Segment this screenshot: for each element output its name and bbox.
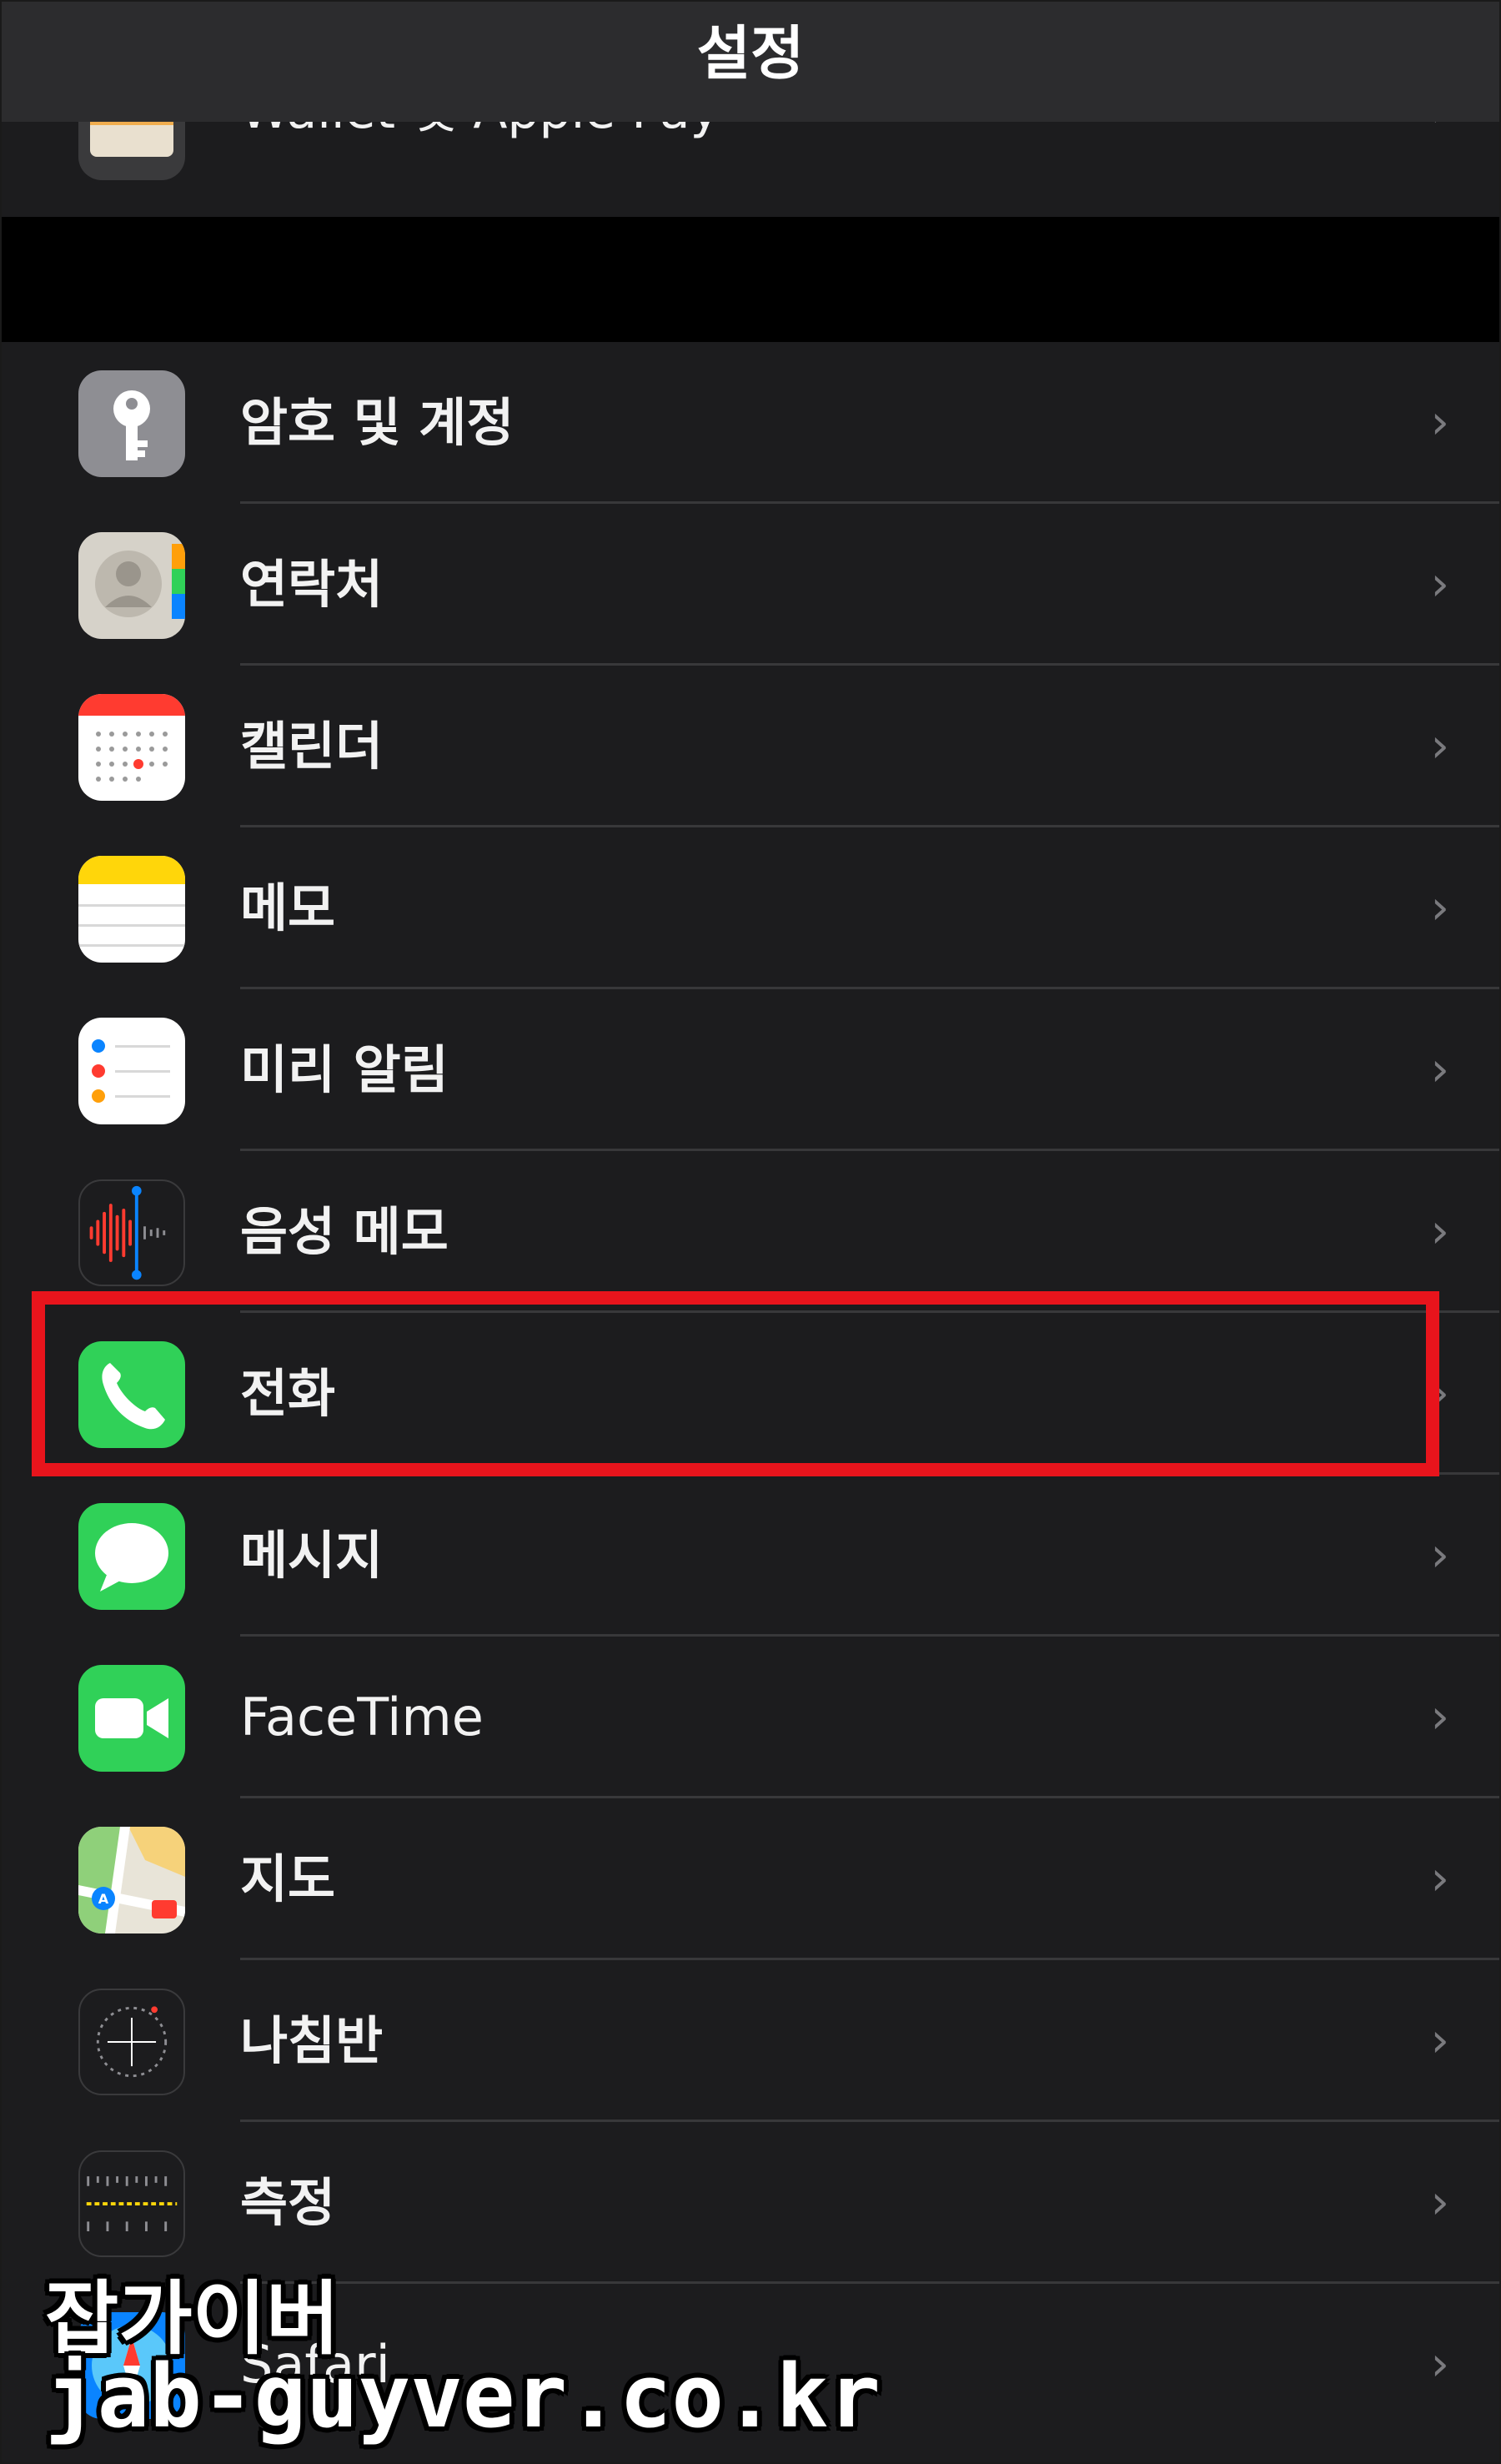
settings-row-label: 암호 및 계정	[240, 392, 515, 453]
chevron-right-icon: ›	[1430, 1852, 1449, 1906]
chevron-right-icon: ›	[1430, 1043, 1449, 1097]
settings-row-label: 연락처	[240, 554, 384, 615]
settings-row-messages[interactable]: 메시지 ›	[2, 1475, 1499, 1637]
settings-row-label: 미리 알림	[240, 1039, 449, 1100]
settings-row-label: 메모	[240, 877, 336, 938]
settings-row-passwords[interactable]: 암호 및 계정 ›	[2, 342, 1499, 504]
settings-row-reminders[interactable]: 미리 알림 ›	[2, 989, 1499, 1151]
chevron-right-icon: ›	[1430, 1528, 1449, 1582]
measure-icon	[78, 2150, 185, 2257]
settings-row-notes[interactable]: 메모 ›	[2, 827, 1499, 989]
chevron-right-icon: ›	[1430, 2337, 1449, 2391]
svg-text:A: A	[98, 1891, 109, 1907]
settings-row-label: 음성 메모	[240, 1201, 449, 1262]
settings-row-label: FaceTime	[240, 1687, 484, 1747]
contacts-icon	[78, 532, 185, 639]
settings-row-label: 메시지	[240, 1525, 384, 1586]
settings-row-maps[interactable]: A 지도 ›	[2, 1798, 1499, 1960]
settings-row-voice-memos[interactable]: 음성 메모 ›	[2, 1151, 1499, 1313]
chevron-right-icon: ›	[1430, 1690, 1449, 1744]
chevron-right-icon: ›	[1430, 395, 1449, 450]
section-gap	[2, 217, 1499, 342]
settings-row-contacts[interactable]: 연락처 ›	[2, 504, 1499, 666]
facetime-icon	[78, 1665, 185, 1772]
page-title: 설정	[696, 19, 805, 88]
messages-icon	[78, 1503, 185, 1610]
settings-row-label: 캘린더	[240, 716, 384, 777]
voice-memos-icon	[78, 1179, 185, 1286]
chevron-right-icon: ›	[1430, 719, 1449, 773]
navigation-bar: 설정	[2, 2, 1499, 122]
settings-row-calendar[interactable]: 캘린더 ›	[2, 666, 1499, 827]
chevron-right-icon: ›	[1430, 2175, 1449, 2230]
chevron-right-icon: ›	[1430, 557, 1449, 611]
settings-row-label: 지도	[240, 1848, 336, 1909]
watermark-url: jab-guyver.co.kr	[45, 2346, 881, 2447]
chevron-right-icon: ›	[1430, 2014, 1449, 2068]
settings-row-compass[interactable]: 나침반 ›	[2, 1960, 1499, 2122]
calendar-icon	[78, 694, 185, 801]
settings-row-facetime[interactable]: FaceTime ›	[2, 1637, 1499, 1798]
maps-icon: A	[78, 1827, 185, 1933]
chevron-right-icon: ›	[1430, 1204, 1449, 1259]
compass-icon	[78, 1989, 185, 2095]
settings-screen: 설정 Wallet 및 Apple Pay › 암호 및 계정 ›	[0, 0, 1501, 2464]
notes-icon	[78, 856, 185, 963]
key-icon	[78, 370, 185, 477]
highlight-box	[32, 1291, 1439, 1476]
settings-row-label: 나침반	[240, 2010, 384, 2071]
reminders-icon	[78, 1018, 185, 1124]
chevron-right-icon: ›	[1430, 881, 1449, 935]
